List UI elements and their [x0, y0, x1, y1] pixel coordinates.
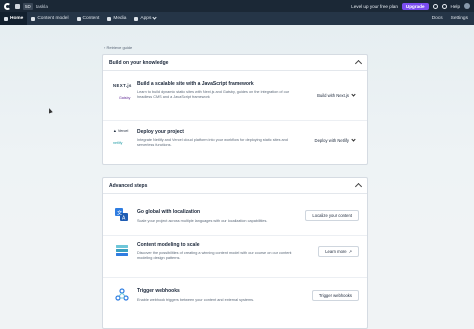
row-description: Learn to build dynamic static sites with…	[137, 90, 290, 100]
chevron-down-icon	[152, 15, 157, 20]
layers-icon	[116, 245, 128, 256]
knowledge-card: Build on your knowledge NEXT.js Gatsby B…	[102, 54, 368, 165]
wrench-icon	[31, 16, 36, 21]
settings-link[interactable]: Settings	[451, 16, 468, 21]
nav-item-home[interactable]: Home	[0, 12, 28, 25]
chevron-up-icon[interactable]	[354, 59, 363, 68]
nextjs-logo: NEXT.js	[113, 83, 132, 88]
home-icon	[4, 16, 8, 21]
nav-item-apps[interactable]: Apps	[130, 12, 160, 25]
row-description: Integrate Netlify and Vercel cloud platf…	[137, 138, 288, 148]
help-label[interactable]: Help	[451, 4, 460, 9]
list-item: ▲ Vercel netlify Deploy your project Int…	[103, 121, 367, 165]
upgrade-button[interactable]: Upgrade	[401, 2, 429, 10]
top-bar: 5D taskla Level up your free plan Upgrad…	[0, 0, 474, 12]
pencil-icon	[76, 16, 81, 21]
localization-icon: 文 A	[115, 208, 128, 222]
chevron-up-icon[interactable]	[354, 182, 363, 191]
trigger-webhooks-button[interactable]: Trigger webhooks	[311, 290, 359, 301]
avatar[interactable]	[464, 3, 470, 9]
gatsby-logo: Gatsby	[119, 96, 131, 100]
card-title: Build on your knowledge	[109, 59, 169, 66]
advanced-card: Advanced steps 文 A Go global with locali…	[102, 177, 368, 329]
nav-label: Home	[10, 16, 24, 21]
build-with-dropdown[interactable]: Build with Next.js	[313, 90, 359, 100]
row-description: Enable webhook triggers between your con…	[137, 298, 255, 302]
external-link-icon: ↗	[348, 249, 352, 254]
apps-icon	[134, 16, 139, 21]
search-icon[interactable]	[432, 3, 438, 9]
chevron-down-icon	[351, 136, 356, 142]
webhook-icon	[115, 288, 129, 301]
contentful-logo-icon[interactable]	[4, 2, 11, 10]
knowledge-card-header[interactable]: Build on your knowledge	[103, 55, 367, 71]
row-description: Scale your project across multiple langu…	[137, 219, 268, 223]
nav-label: Content model	[37, 16, 69, 21]
nav-item-content-model[interactable]: Content model	[27, 12, 72, 25]
nav-label: Apps	[140, 16, 152, 21]
nav-item-content[interactable]: Content	[73, 12, 104, 25]
nav-label: Media	[113, 16, 127, 21]
retrieve-guide-link[interactable]: ‹ Retrieve guide	[104, 45, 132, 50]
list-item: NEXT.js Gatsby Build a scalable site wit…	[103, 71, 367, 121]
space-icon	[15, 3, 20, 9]
nav-item-media[interactable]: Media	[103, 12, 130, 25]
vercel-logo: ▲ Vercel	[113, 129, 129, 133]
learn-more-button[interactable]: Learn more ↗	[318, 246, 359, 257]
advanced-card-header[interactable]: Advanced steps	[103, 178, 367, 194]
card-title: Advanced steps	[109, 182, 148, 189]
row-title: Build a scalable site with a JavaScript …	[137, 81, 254, 87]
main-nav: Home Content model Content Media Apps Do…	[0, 12, 474, 25]
chevron-down-icon	[351, 91, 356, 97]
netlify-logo: netlify	[113, 141, 123, 145]
space-name[interactable]: taskla	[36, 4, 48, 9]
help-icon[interactable]	[441, 3, 447, 9]
plan-text: Level up your free plan	[351, 3, 398, 9]
localize-button[interactable]: Localize your content	[305, 210, 359, 221]
row-title: Content modeling to scale	[137, 242, 200, 248]
list-item: Trigger webhooks Enable webhook triggers…	[103, 278, 367, 320]
list-item: Content modeling to scale Discover the p…	[103, 236, 367, 278]
docs-link[interactable]: Docs	[432, 16, 443, 21]
image-icon	[107, 16, 112, 21]
deploy-with-dropdown[interactable]: Deploy with Netlify	[311, 135, 359, 145]
space-tag[interactable]: 5D	[23, 2, 33, 10]
row-title: Deploy your project	[137, 129, 184, 135]
row-title: Go global with localization	[137, 209, 201, 215]
row-description: Discover the possibilities of creating a…	[137, 251, 292, 261]
row-title: Trigger webhooks	[137, 288, 180, 294]
nav-label: Content	[82, 16, 100, 21]
list-item: 文 A Go global with localization Scale yo…	[103, 194, 367, 236]
